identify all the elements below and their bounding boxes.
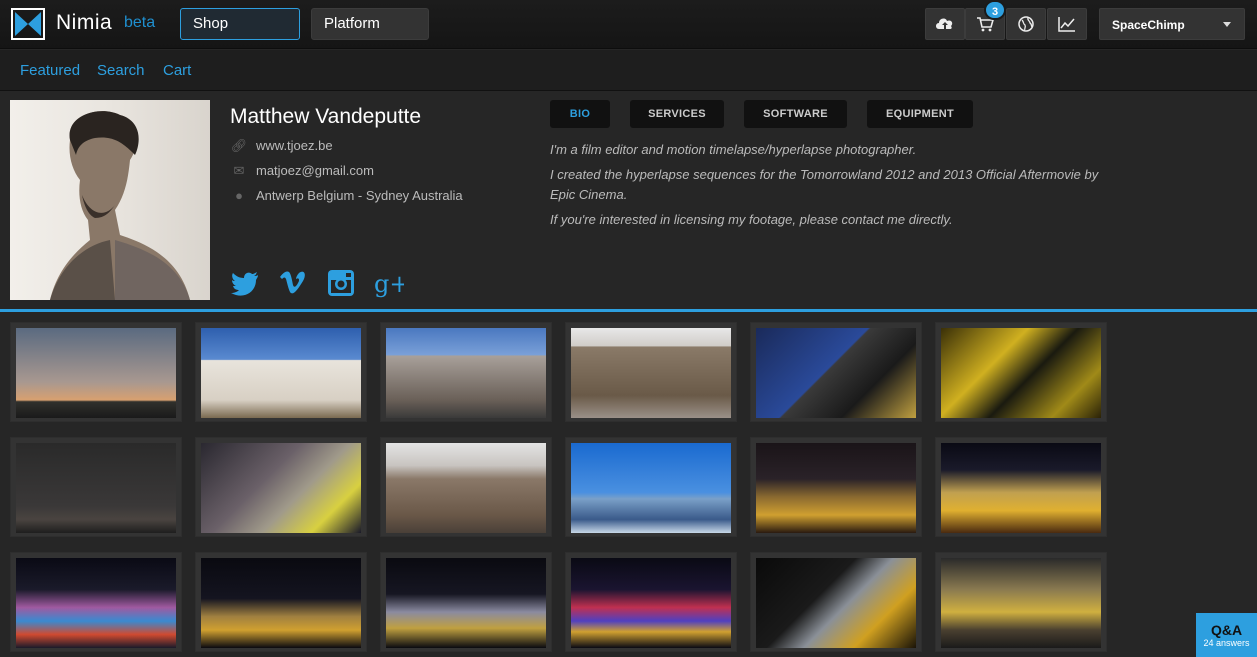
footage-thumbnail[interactable] (10, 322, 182, 422)
profile-location: ● Antwerp Belgium - Sydney Australia (230, 188, 463, 203)
cart-count-badge: 3 (984, 0, 1006, 20)
google-plus-icon[interactable]: g+ (374, 268, 404, 298)
profile-name: Matthew Vandeputte (230, 105, 422, 128)
nav-featured[interactable]: Featured (20, 62, 80, 79)
profile-divider (0, 309, 1257, 312)
footage-thumbnail[interactable] (935, 437, 1107, 537)
bio-text: I'm a film editor and motion timelapse/h… (550, 140, 1110, 235)
cloud-upload-icon (936, 18, 953, 29)
qa-widget[interactable]: Q&A 24 answers (1196, 613, 1257, 657)
profile-section: Matthew Vandeputte 🔗︎ www.tjoez.be ✉ matjo… (0, 92, 1257, 310)
vimeo-icon[interactable] (278, 268, 308, 298)
profile-email[interactable]: ✉ matjoez@gmail.com (230, 163, 374, 179)
footage-thumbnail[interactable] (195, 437, 367, 537)
footage-thumbnail[interactable] (195, 552, 367, 652)
svg-text:g+: g+ (374, 270, 404, 298)
footage-thumbnail[interactable] (750, 552, 922, 652)
qa-title: Q&A (1210, 622, 1243, 638)
nav-search[interactable]: Search (97, 62, 145, 79)
footage-thumbnail[interactable] (10, 552, 182, 652)
user-name: SpaceChimp (1112, 18, 1185, 32)
logo-icon[interactable] (11, 8, 45, 40)
language-button[interactable] (1006, 8, 1046, 40)
footage-thumbnail[interactable] (380, 437, 552, 537)
brand-tag: beta (124, 14, 156, 31)
footage-thumbnail[interactable] (935, 322, 1107, 422)
envelope-icon: ✉ (233, 163, 245, 178)
footage-thumbnail[interactable] (380, 322, 552, 422)
footage-thumbnail[interactable] (380, 552, 552, 652)
footage-thumbnail[interactable] (750, 322, 922, 422)
qa-subtitle: 24 answers (1203, 638, 1250, 648)
tab-bio[interactable]: BIO (550, 100, 610, 128)
globe-icon (1018, 16, 1034, 32)
chevron-down-icon (1223, 22, 1231, 27)
brand-name[interactable]: Nimia (56, 11, 112, 35)
link-icon: 🔗︎ (230, 138, 248, 153)
footage-thumbnail[interactable] (565, 437, 737, 537)
sub-navigation: Featured Search Cart (0, 50, 1257, 91)
tab-software[interactable]: SOFTWARE (744, 100, 847, 128)
stats-button[interactable] (1047, 8, 1087, 40)
twitter-icon[interactable] (230, 268, 260, 298)
chart-icon (1058, 17, 1075, 32)
platform-button[interactable]: Platform (311, 8, 429, 40)
profile-website[interactable]: 🔗︎ www.tjoez.be (230, 138, 333, 154)
footage-thumbnail[interactable] (565, 552, 737, 652)
bio-paragraph: I'm a film editor and motion timelapse/h… (550, 142, 917, 157)
upload-button[interactable] (925, 8, 965, 40)
footage-thumbnail[interactable] (935, 552, 1107, 652)
bio-paragraph: I created the hyperlapse sequences for t… (550, 167, 1099, 202)
footage-thumbnail[interactable] (565, 322, 737, 422)
footage-thumbnail[interactable] (10, 437, 182, 537)
nav-cart[interactable]: Cart (163, 62, 191, 79)
bio-paragraph: If you're interested in licensing my foo… (550, 212, 953, 227)
tab-equipment[interactable]: EQUIPMENT (867, 100, 973, 128)
footage-thumbnail[interactable] (750, 437, 922, 537)
footage-thumbnail[interactable] (195, 322, 367, 422)
profile-photo (10, 100, 210, 300)
map-pin-icon: ● (235, 188, 243, 203)
tab-services[interactable]: SERVICES (630, 100, 724, 128)
shop-button[interactable]: Shop (180, 8, 300, 40)
instagram-icon[interactable] (326, 268, 356, 298)
user-menu[interactable]: SpaceChimp (1099, 8, 1245, 40)
top-bar: Nimia beta Shop Platform 3 SpaceChimp (0, 0, 1257, 49)
